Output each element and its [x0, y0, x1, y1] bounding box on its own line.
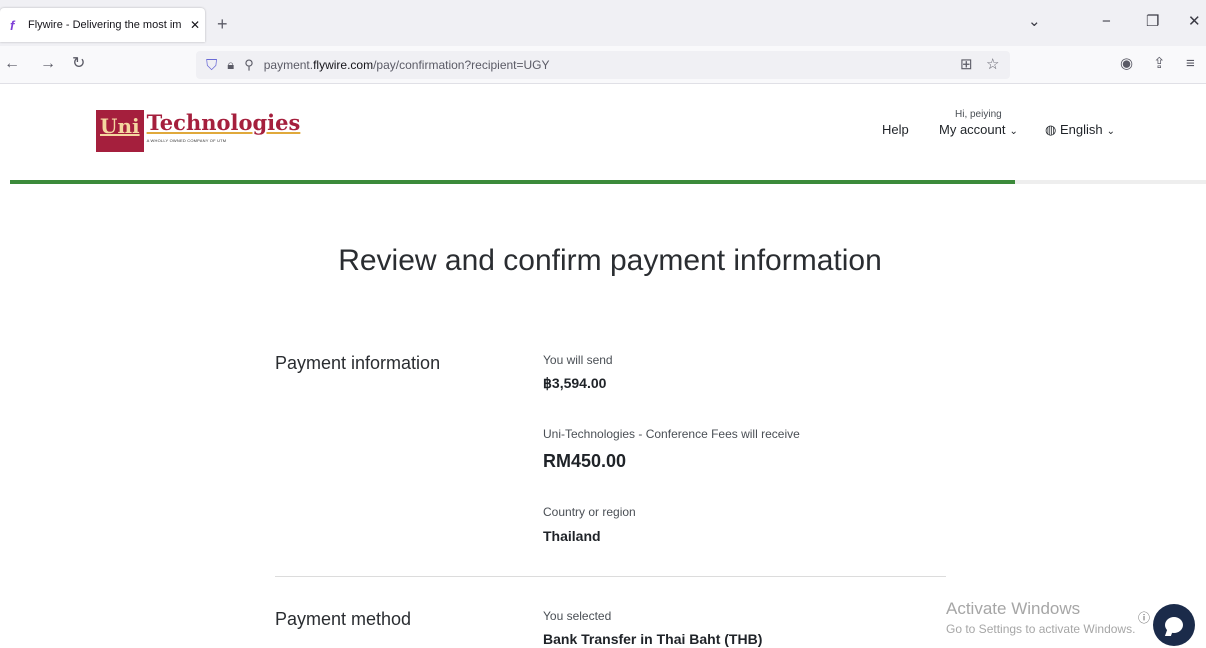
minimize-icon[interactable]: −	[1102, 12, 1111, 32]
tab-title: Flywire - Delivering the most im	[28, 19, 182, 31]
new-tab-button[interactable]: +	[217, 14, 228, 34]
country-label: Country or region	[543, 505, 636, 519]
selected-method-label: You selected	[543, 609, 612, 623]
activate-windows-subtitle: Go to Settings to activate Windows.	[946, 622, 1136, 636]
logo-uni-text: Uni	[96, 110, 144, 152]
flywire-favicon-icon: f	[10, 17, 15, 33]
save-page-icon[interactable]: ⊞	[960, 55, 973, 75]
extensions-icon[interactable]: ⇪	[1153, 54, 1166, 74]
logo-subtitle: A WHOLLY OWNED COMPANY OF UTM	[146, 138, 227, 143]
logo-technologies-text: Technologies	[146, 110, 301, 135]
progress-fill	[10, 180, 1015, 184]
bookmark-star-icon[interactable]: ☆	[986, 55, 999, 75]
browser-nav-bar: ← → ↻ ⛉ 🔒︎ ⚲ payment.flywire.com/pay/con…	[0, 46, 1206, 84]
country-value: Thailand	[543, 528, 601, 544]
my-account-menu[interactable]: My account ⌄	[939, 122, 1018, 137]
send-amount-value: ฿3,594.00	[543, 375, 607, 391]
language-selector[interactable]: ◍ English ⌄	[1045, 122, 1115, 138]
lock-icon[interactable]: 🔒︎	[227, 57, 234, 73]
checkout-progress-bar	[10, 180, 1206, 184]
chat-bubble-icon	[1165, 617, 1183, 633]
address-bar[interactable]: ⛉ 🔒︎ ⚲ payment.flywire.com/pay/confirmat…	[196, 51, 1010, 79]
payment-information-heading: Payment information	[275, 353, 441, 373]
language-label: English	[1059, 122, 1103, 137]
close-window-icon[interactable]: ✕	[1188, 12, 1201, 32]
chevron-down-icon: ⌄	[1009, 126, 1018, 137]
activate-windows-title: Activate Windows	[946, 599, 1081, 618]
send-amount-label: You will send	[543, 353, 613, 367]
help-link[interactable]: Help	[882, 122, 909, 137]
section-divider	[275, 576, 946, 577]
back-icon[interactable]: ←	[4, 54, 20, 74]
globe-icon: ◍	[1045, 122, 1057, 137]
page-title: Review and confirm payment information	[338, 244, 882, 277]
receive-amount-label: Uni-Technologies - Conference Fees will …	[543, 427, 800, 441]
chevron-down-icon: ⌄	[1106, 126, 1115, 137]
tracking-shield-icon[interactable]: ⛉	[206, 57, 217, 74]
reload-icon[interactable]: ↻	[72, 54, 85, 74]
tab-close-icon[interactable]: ✕	[190, 18, 200, 32]
restore-icon[interactable]: ❐	[1146, 12, 1159, 32]
receive-amount-value: RM450.00	[543, 451, 627, 471]
browser-tab-strip: f Flywire - Delivering the most im ✕ + ⌄…	[0, 0, 1206, 46]
greeting-text: Hi, peiying	[955, 109, 1002, 120]
forward-icon[interactable]: →	[40, 54, 56, 74]
url-text[interactable]: payment.flywire.com/pay/confirmation?rec…	[264, 58, 550, 72]
chat-button[interactable]	[1153, 604, 1195, 646]
my-account-label: My account	[939, 122, 1006, 137]
tab-list-chevron-icon[interactable]: ⌄	[1028, 12, 1041, 32]
profile-icon[interactable]: ◉	[1120, 54, 1133, 74]
payment-method-heading: Payment method	[275, 609, 412, 629]
uni-technologies-logo[interactable]: Uni Technologies A WHOLLY OWNED COMPANY …	[96, 110, 300, 152]
permissions-icon[interactable]: ⚲	[244, 57, 254, 73]
info-icon[interactable]: ⓘ	[1138, 609, 1150, 626]
menu-icon[interactable]: ≡	[1186, 54, 1195, 74]
selected-method-value: Bank Transfer in Thai Baht (THB)	[543, 631, 763, 647]
browser-tab[interactable]: f Flywire - Delivering the most im ✕	[0, 8, 205, 42]
